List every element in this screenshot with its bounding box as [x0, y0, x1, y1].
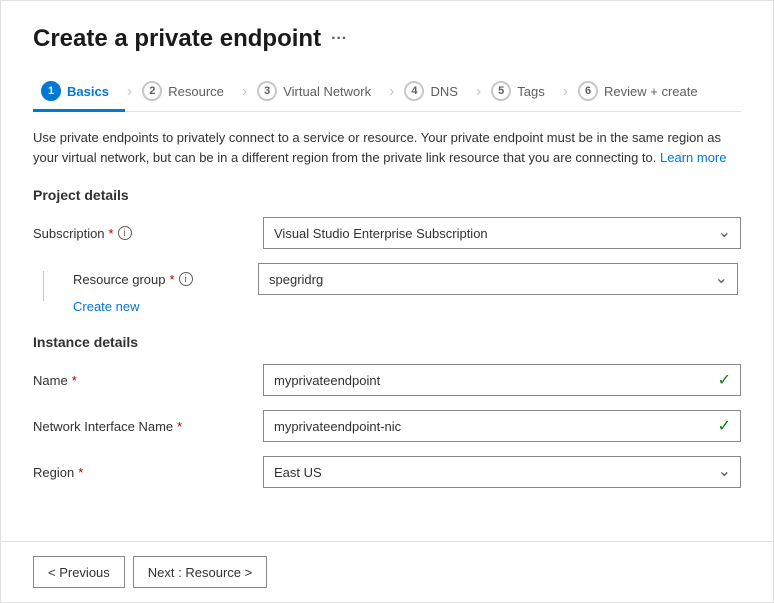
tab-tags-label: Tags [517, 84, 544, 99]
rg-indent [33, 263, 73, 301]
main-content: Create a private endpoint ··· 1 Basics ›… [1, 1, 773, 541]
name-row: Name * ✓ [33, 364, 741, 396]
tab-basics[interactable]: 1 Basics [33, 73, 125, 112]
resource-group-info-icon[interactable]: i [179, 272, 193, 286]
rg-content: Resource group * i spegridrg Create new [73, 263, 741, 314]
region-select-wrapper: East US [263, 456, 741, 488]
subscription-info-icon[interactable]: i [118, 226, 132, 240]
tab-review-create[interactable]: 6 Review + create [570, 73, 714, 112]
nic-name-required: * [177, 419, 182, 434]
name-input-wrapper: ✓ [263, 364, 741, 396]
tab-tags[interactable]: 5 Tags [483, 73, 560, 112]
tab-resource-label: Resource [168, 84, 224, 99]
name-control: ✓ [263, 364, 741, 396]
step-circle-3: 3 [257, 81, 277, 101]
instance-details-header: Instance details [33, 334, 741, 350]
nic-name-input-wrapper: ✓ [263, 410, 741, 442]
step-circle-6: 6 [578, 81, 598, 101]
subscription-select-wrapper: Visual Studio Enterprise Subscription [263, 217, 741, 249]
footer: < Previous Next : Resource > [1, 541, 773, 602]
tab-sep-4: › [474, 83, 483, 101]
page-title-row: Create a private endpoint ··· [33, 25, 741, 53]
step-circle-4: 4 [404, 81, 424, 101]
info-text: Use private endpoints to privately conne… [33, 128, 741, 167]
tab-virtual-network-label: Virtual Network [283, 84, 371, 99]
subscription-control: Visual Studio Enterprise Subscription [263, 217, 741, 249]
nic-name-label: Network Interface Name * [33, 419, 263, 434]
tab-sep-5: › [561, 83, 570, 101]
nic-name-row: Network Interface Name * ✓ [33, 410, 741, 442]
tab-virtual-network[interactable]: 3 Virtual Network [249, 73, 387, 112]
resource-group-label: Resource group * i [73, 272, 258, 287]
nic-name-check-icon: ✓ [718, 416, 731, 436]
nic-name-input[interactable] [263, 410, 741, 442]
region-select[interactable]: East US [263, 456, 741, 488]
subscription-required: * [109, 226, 114, 241]
step-circle-2: 2 [142, 81, 162, 101]
tab-dns-label: DNS [430, 84, 457, 99]
tab-sep-3: › [387, 83, 396, 101]
tab-sep-2: › [240, 83, 249, 101]
tabs-nav: 1 Basics › 2 Resource › 3 Virtual Networ… [33, 73, 741, 112]
create-new-link[interactable]: Create new [73, 299, 139, 314]
resource-group-required: * [170, 272, 175, 287]
step-circle-5: 5 [491, 81, 511, 101]
name-input[interactable] [263, 364, 741, 396]
resource-group-row: Resource group * i spegridrg Create new [33, 263, 741, 314]
region-label: Region * [33, 465, 263, 480]
resource-group-select[interactable]: spegridrg [258, 263, 738, 295]
learn-more-link[interactable]: Learn more [660, 150, 726, 165]
rg-field-row: Resource group * i spegridrg [73, 263, 741, 295]
region-control: East US [263, 456, 741, 488]
name-label: Name * [33, 373, 263, 388]
subscription-select[interactable]: Visual Studio Enterprise Subscription [263, 217, 741, 249]
page-title: Create a private endpoint [33, 25, 321, 53]
tab-resource[interactable]: 2 Resource [134, 73, 240, 112]
subscription-label: Subscription * i [33, 226, 263, 241]
resource-group-select-wrapper: spegridrg [258, 263, 738, 295]
name-required: * [72, 373, 77, 388]
step-circle-1: 1 [41, 81, 61, 101]
subscription-row: Subscription * i Visual Studio Enterpris… [33, 217, 741, 249]
tab-review-create-label: Review + create [604, 84, 698, 99]
ellipsis-icon[interactable]: ··· [331, 30, 347, 48]
tab-dns[interactable]: 4 DNS [396, 73, 473, 112]
tab-sep-1: › [125, 83, 134, 101]
tab-basics-label: Basics [67, 84, 109, 99]
next-button[interactable]: Next : Resource > [133, 556, 267, 588]
resource-group-control: spegridrg [258, 263, 738, 295]
nic-name-control: ✓ [263, 410, 741, 442]
previous-button[interactable]: < Previous [33, 556, 125, 588]
rg-line [43, 271, 44, 301]
page-wrapper: Create a private endpoint ··· 1 Basics ›… [0, 0, 774, 603]
region-required: * [78, 465, 83, 480]
name-check-icon: ✓ [718, 370, 731, 390]
region-row: Region * East US [33, 456, 741, 488]
project-details-header: Project details [33, 187, 741, 203]
